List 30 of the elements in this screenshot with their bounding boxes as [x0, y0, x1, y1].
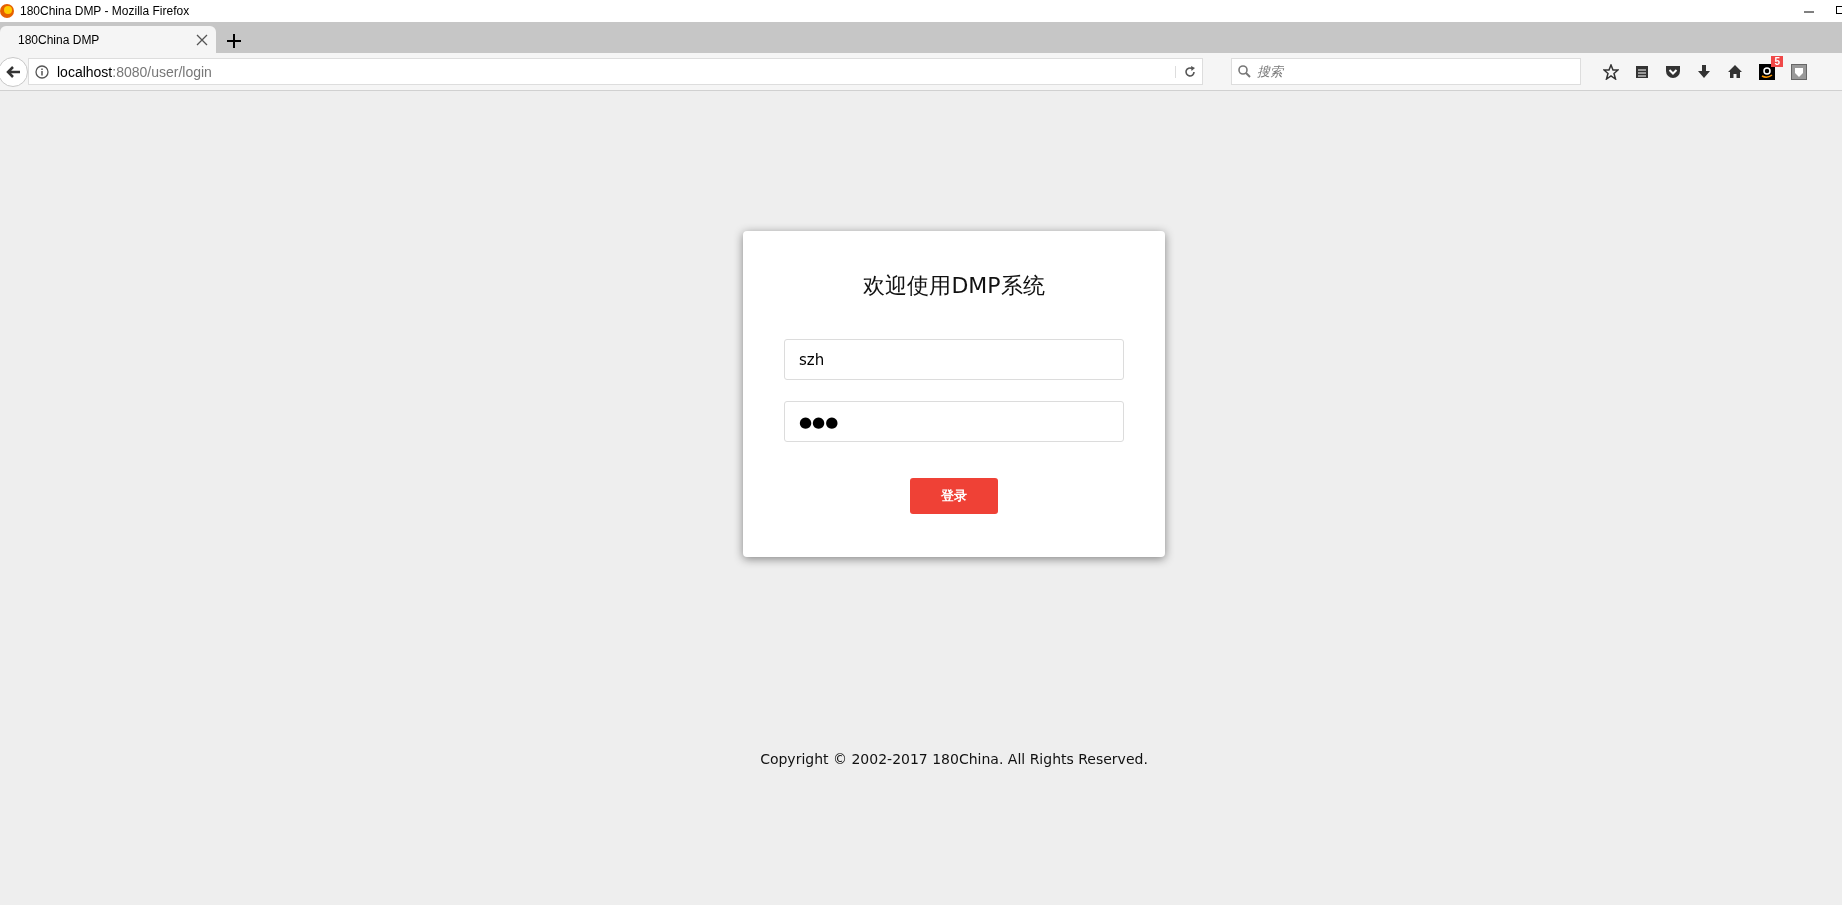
- notification-badge: 5: [1771, 55, 1783, 67]
- back-arrow-icon: [5, 64, 21, 79]
- shield-extension-button[interactable]: [1791, 63, 1807, 80]
- download-button[interactable]: [1697, 64, 1711, 79]
- reload-icon: [1184, 65, 1196, 78]
- home-button[interactable]: [1727, 64, 1743, 79]
- login-title: 欢迎使用DMP系统: [863, 272, 1045, 300]
- url-text: localhost:8080/user/login: [57, 63, 213, 80]
- bookmark-star-button[interactable]: [1603, 63, 1619, 80]
- window-title: 180China DMP - Mozilla Firefox: [20, 4, 190, 18]
- search-icon: [1238, 65, 1251, 78]
- address-bar[interactable]: localhost:8080/user/login: [28, 58, 1203, 85]
- maximize-icon[interactable]: [1836, 4, 1842, 14]
- info-icon: [35, 64, 49, 79]
- shopping-extension-button[interactable]: 5: [1759, 55, 1783, 80]
- plus-icon: [226, 33, 242, 49]
- username-field[interactable]: szh: [784, 339, 1124, 380]
- close-icon[interactable]: [196, 33, 208, 46]
- new-tab-button[interactable]: [224, 31, 244, 51]
- password-field[interactable]: ●●●: [784, 401, 1124, 442]
- browser-logo-icon: [0, 4, 14, 18]
- login-button[interactable]: 登录: [910, 478, 998, 514]
- copyright-text: Copyright © 2002-2017 180China. All Rights Reserved.: [760, 751, 1148, 767]
- pocket-button[interactable]: [1665, 64, 1681, 79]
- back-button[interactable]: [0, 56, 28, 87]
- search-field[interactable]: 搜索: [1257, 59, 1574, 84]
- browser-tab[interactable]: 180China DMP: [0, 26, 216, 53]
- search-bar[interactable]: 搜索: [1231, 58, 1581, 85]
- reload-button[interactable]: [1175, 65, 1196, 78]
- clipboard-list-button[interactable]: [1635, 64, 1649, 79]
